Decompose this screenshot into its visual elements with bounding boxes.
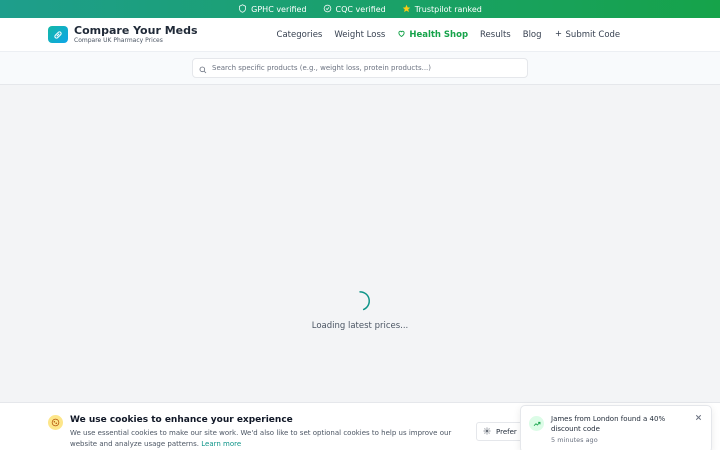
pill-icon [48, 26, 68, 43]
trust-bar: GPHC verified CQC verified Trustpilot ra… [0, 0, 720, 18]
trust-item-cqc: CQC verified [323, 4, 386, 15]
search-input[interactable] [212, 64, 521, 72]
check-circle-icon [323, 4, 332, 15]
trust-item-gphc: GPHC verified [238, 3, 307, 15]
trust-item-trustpilot: Trustpilot ranked [402, 4, 482, 15]
site-header: Compare Your Meds Compare UK Pharmacy Pr… [0, 18, 720, 52]
search-bar-section [0, 52, 720, 85]
learn-more-link[interactable]: Learn more [201, 440, 241, 448]
nav-submit-code[interactable]: Submit Code [554, 29, 621, 41]
search-icon [199, 59, 207, 78]
close-icon[interactable] [694, 413, 703, 422]
activity-toast: James from London found a 40% discount c… [520, 405, 712, 450]
main-nav: Categories Weight Loss Health Shop Resul… [277, 29, 621, 41]
star-icon [402, 4, 411, 15]
plus-icon [554, 29, 563, 41]
nav-blog[interactable]: Blog [523, 30, 542, 40]
nav-weight-loss[interactable]: Weight Loss [334, 30, 385, 40]
logo-subtitle: Compare UK Pharmacy Prices [74, 36, 163, 44]
trust-item-label: Trustpilot ranked [414, 4, 482, 14]
trust-item-label: GPHC verified [251, 4, 307, 14]
logo[interactable]: Compare Your Meds Compare UK Pharmacy Pr… [48, 23, 198, 45]
gear-icon [483, 427, 491, 437]
preferences-label: Prefer [496, 427, 517, 436]
cookie-text: We use essential cookies to make our sit… [70, 428, 470, 449]
loading-text: Loading latest prices... [311, 321, 409, 331]
loading-state: Loading latest prices... [0, 290, 720, 331]
trending-up-icon [529, 416, 544, 431]
nav-health-shop[interactable]: Health Shop [397, 29, 468, 41]
toast-message: James from London found a 40% discount c… [551, 415, 666, 433]
nav-health-shop-label: Health Shop [409, 29, 469, 40]
nav-categories[interactable]: Categories [277, 30, 323, 40]
heart-icon [397, 29, 406, 41]
shield-icon [238, 3, 247, 15]
trust-item-label: CQC verified [335, 4, 386, 14]
cookie-title: We use cookies to enhance your experienc… [70, 415, 293, 425]
cookie-description: We use essential cookies to make our sit… [70, 429, 452, 448]
spinner-icon [359, 291, 370, 311]
toast-time: 5 minutes ago [551, 436, 598, 444]
nav-submit-code-label: Submit Code [565, 29, 621, 40]
cookie-icon [48, 415, 63, 430]
nav-results[interactable]: Results [480, 30, 511, 40]
search-box[interactable] [192, 58, 528, 78]
logo-title: Compare Your Meds [74, 23, 198, 37]
